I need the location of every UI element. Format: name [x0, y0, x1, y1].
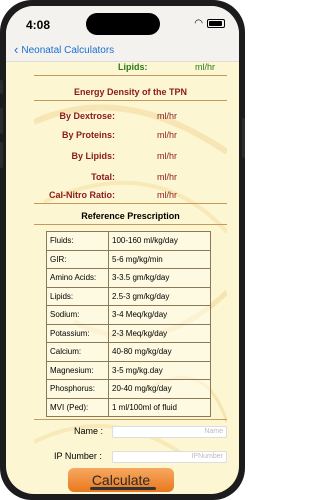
energy-row-dextrose: By Dextrose: ml/hr: [34, 111, 227, 127]
back-button[interactable]: ‹ Neonatal Calculators: [14, 42, 115, 57]
ref-value: 2.5-3 gm/kg/day: [108, 286, 211, 306]
name-input[interactable]: Name: [112, 426, 227, 438]
volume-up-button: [0, 108, 3, 134]
battery-icon: [207, 19, 225, 28]
action-button: [0, 80, 3, 94]
ref-key: Phosphorus:: [46, 379, 109, 399]
back-button-label: Neonatal Calculators: [21, 44, 115, 56]
ip-number-label: IP Number :: [54, 451, 102, 461]
energy-row-lipids: By Lipids: ml/hr: [34, 151, 227, 167]
volume-down-button: [0, 142, 3, 168]
reference-prescription-title: Reference Prescription: [81, 211, 180, 221]
chevron-left-icon: ‹: [14, 42, 19, 57]
lipids-rate-unit: ml/hr: [195, 62, 215, 72]
ref-value: 20-40 mg/kg/day: [108, 379, 211, 399]
energy-row-label: By Lipids:: [71, 151, 115, 161]
energy-row-label: By Dextrose:: [59, 111, 115, 121]
screen: 4:08 ◠ ‹ Neonatal Calculators Lipids: ml…: [6, 6, 239, 494]
table-row: Sodium: 3-4 Meq/kg/day: [46, 305, 211, 325]
ref-value: 40-80 mg/kg/day: [108, 342, 211, 362]
dynamic-island: [86, 13, 160, 35]
lipids-rate-label: Lipids:: [118, 62, 148, 72]
table-row: Phosphorus: 20-40 mg/kg/day: [46, 379, 211, 399]
ref-value: 3-4 Meq/kg/day: [108, 305, 211, 325]
divider: [34, 203, 227, 204]
table-row: Magnesium: 3-5 mg/kg.day: [46, 360, 211, 380]
energy-row-total: Total: ml/hr: [34, 172, 227, 188]
name-label: Name :: [74, 426, 104, 436]
energy-row-unit: ml/hr: [157, 172, 177, 182]
ref-key: Amino Acids:: [46, 268, 109, 288]
energy-row-label: By Proteins:: [61, 130, 115, 140]
table-row: Potassium: 2-3 Meq/kg/day: [46, 323, 211, 343]
energy-row-label: Total:: [91, 172, 115, 182]
ref-value: 3-5 mg/kg.day: [108, 360, 211, 380]
ref-value: 2-3 Meq/kg/day: [108, 323, 211, 343]
reference-table: Fluids: 100-160 ml/kg/day GIR: 5-6 mg/kg/m…: [46, 231, 211, 417]
table-row: Calcium: 40-80 mg/kg/day: [46, 342, 211, 362]
scroll-content[interactable]: Lipids: ml/hr Energy Density of the TPN …: [6, 62, 239, 494]
energy-row-unit: ml/hr: [157, 190, 177, 200]
ip-number-input[interactable]: IPNumber: [112, 451, 227, 463]
ref-key: GIR:: [46, 249, 109, 269]
table-row: GIR: 5-6 mg/kg/min: [46, 249, 211, 269]
energy-row-unit: ml/hr: [157, 130, 177, 140]
table-row: Amino Acids: 3-3.5 gm/kg/day: [46, 268, 211, 288]
calculator-panel: Lipids: ml/hr Energy Density of the TPN …: [34, 62, 227, 494]
wifi-icon: ◠: [194, 18, 203, 29]
table-row: Lipids: 2.5-3 gm/kg/day: [46, 286, 211, 306]
divider: [34, 224, 227, 225]
divider: [34, 419, 227, 420]
ref-key: Fluids:: [46, 231, 109, 251]
ref-value: 3-3.5 gm/kg/day: [108, 268, 211, 288]
energy-row-unit: ml/hr: [157, 111, 177, 121]
energy-row-unit: ml/hr: [157, 151, 177, 161]
ref-value: 100-160 ml/kg/day: [108, 231, 211, 251]
table-row: MVI (Ped): 1 ml/100ml of fluid: [46, 397, 211, 417]
ref-key: Calcium:: [46, 342, 109, 362]
energy-density-title: Energy Density of the TPN: [73, 87, 188, 97]
energy-row-proteins: By Proteins: ml/hr: [34, 130, 227, 146]
navigation-bar: ‹ Neonatal Calculators: [6, 40, 239, 62]
status-time: 4:08: [26, 18, 51, 32]
power-button: [242, 118, 245, 158]
ref-key: MVI (Ped):: [46, 397, 109, 417]
ref-value: 1 ml/100ml of fluid: [108, 397, 211, 417]
lipids-rate-row: Lipids: ml/hr: [34, 62, 227, 75]
table-row: Fluids: 100-160 ml/kg/day: [46, 231, 211, 251]
phone-frame: 4:08 ◠ ‹ Neonatal Calculators Lipids: ml…: [0, 0, 245, 500]
divider: [34, 75, 227, 76]
status-icons: ◠: [194, 18, 225, 29]
status-bar: 4:08 ◠: [6, 6, 239, 40]
divider: [34, 100, 227, 101]
ref-key: Potassium:: [46, 323, 109, 343]
ref-key: Magnesium:: [46, 360, 109, 380]
ref-value: 5-6 mg/kg/min: [108, 249, 211, 269]
ref-key: Sodium:: [46, 305, 109, 325]
ref-key: Lipids:: [46, 286, 109, 306]
energy-row-label: Cal-Nitro Ratio:: [49, 190, 115, 200]
home-indicator[interactable]: [90, 487, 156, 490]
